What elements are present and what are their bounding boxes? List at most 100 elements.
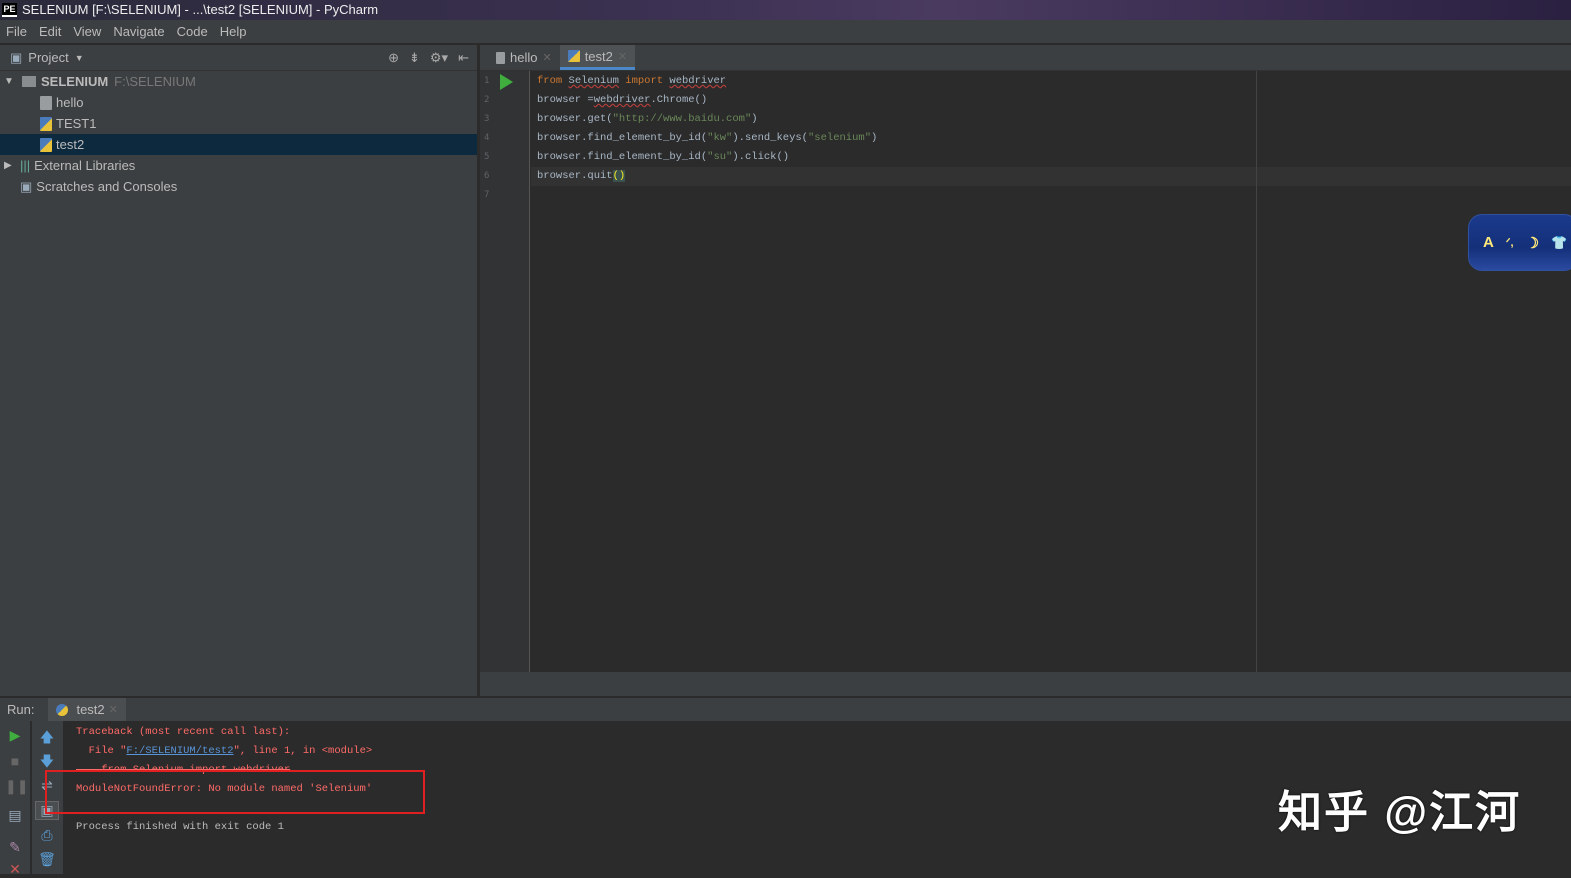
text-file-icon: [40, 95, 52, 110]
menu-file[interactable]: File: [6, 24, 27, 39]
code-token: import: [625, 75, 664, 87]
python-icon: [56, 703, 69, 716]
stop-icon[interactable]: ■: [5, 753, 25, 769]
right-margin-guide: [1256, 71, 1257, 672]
settings-gear-icon[interactable]: ⚙▾: [430, 50, 448, 66]
project-view-dropdown[interactable]: Project: [28, 50, 68, 65]
root-name: SELENIUM: [41, 74, 109, 89]
run-panel-header: Run: test2 ✕: [0, 697, 1571, 722]
code-token: from: [537, 75, 563, 87]
layout-icon[interactable]: ▤: [5, 807, 25, 824]
rerun-icon[interactable]: ▶: [5, 727, 25, 744]
external-libraries-label: External Libraries: [34, 158, 136, 173]
code-line[interactable]: browser.get("http://www.baidu.com"): [537, 110, 758, 129]
editor-tabs: hello ✕ test2 ✕: [480, 45, 1571, 71]
close-run-icon[interactable]: ✕: [5, 861, 25, 878]
run-tab-test2[interactable]: test2 ✕: [48, 697, 126, 722]
project-panel: ▣ Project ▼ ⊕ ⇟ ⚙▾ ⇤ ▼ SELENIUM F:\SELEN…: [0, 45, 478, 696]
tree-scratches[interactable]: ▣ Scratches and Consoles: [0, 176, 477, 197]
letter-a-icon[interactable]: A: [1483, 234, 1494, 251]
run-toolbar: ▶ ■ ❚❚ ▤ ✎ ✕: [0, 721, 30, 877]
collapse-all-icon[interactable]: ⇟: [409, 50, 420, 66]
code-token: ).send_keys(: [732, 132, 808, 144]
code-line[interactable]: browser.find_element_by_id("su").click(): [537, 148, 789, 167]
text-file-icon: [496, 51, 505, 64]
pin-icon[interactable]: ✎: [5, 839, 25, 856]
run-tab-label: test2: [76, 702, 105, 717]
chevron-down-icon[interactable]: ▼: [75, 53, 84, 63]
tree-external-libraries[interactable]: ▶ ||| External Libraries: [0, 155, 477, 176]
line-number: 5: [484, 152, 490, 162]
code-token: ): [871, 132, 878, 144]
line-number: 4: [484, 133, 490, 143]
highlight-box: [45, 770, 425, 814]
file-suffix: ", line 1, in <module>: [233, 745, 373, 757]
tab-label: hello: [510, 50, 538, 65]
tree-file-hello[interactable]: hello: [0, 92, 477, 113]
code-line[interactable]: browser.quit(): [531, 167, 1571, 186]
code-token: webdriver: [593, 94, 651, 106]
arrow-up-icon[interactable]: 🡅: [37, 727, 57, 751]
python-file-icon: [40, 116, 52, 131]
project-header: ▣ Project ▼ ⊕ ⇟ ⚙▾ ⇤: [0, 45, 477, 71]
menu-help[interactable]: Help: [220, 24, 247, 39]
python-file-icon: [567, 50, 580, 62]
window-title: SELENIUM [F:\SELENIUM] - ...\test2 [SELE…: [22, 2, 379, 17]
tree-root-selenium[interactable]: ▼ SELENIUM F:\SELENIUM: [0, 71, 477, 92]
code-token: webdriver: [669, 75, 727, 87]
traceback-line: Traceback (most recent call last):: [76, 726, 291, 738]
code-line[interactable]: browser =webdriver.Chrome(): [537, 91, 707, 110]
code-line[interactable]: from Selenium import webdriver: [537, 72, 726, 91]
print-icon[interactable]: ⎙: [37, 827, 57, 844]
code-token: ): [751, 113, 758, 125]
moon-icon[interactable]: ☽: [1526, 234, 1539, 252]
locate-icon[interactable]: ⊕: [388, 50, 399, 66]
shirt-icon[interactable]: 👕: [1551, 235, 1567, 251]
close-icon[interactable]: ✕: [618, 50, 627, 63]
tab-test2[interactable]: test2 ✕: [559, 45, 636, 70]
menu-code[interactable]: Code: [177, 24, 208, 39]
code-token: browser =: [537, 94, 594, 106]
code-token: .Chrome(): [650, 94, 708, 106]
file-line: File "F:/SELENIUM/test2", line 1, in <mo…: [76, 742, 373, 761]
run-label: Run:: [7, 702, 35, 717]
pycharm-app-icon: PE: [2, 3, 17, 17]
editor-bottom-bar: [480, 672, 1571, 696]
file-name: hello: [56, 95, 84, 110]
hide-panel-icon[interactable]: ⇤: [458, 50, 469, 66]
python-file-icon: [40, 137, 52, 152]
tab-hello[interactable]: hello ✕: [488, 45, 560, 70]
line-number: 1: [484, 76, 490, 86]
tree-file-test1[interactable]: TEST1: [0, 113, 477, 134]
menu-edit[interactable]: Edit: [39, 24, 61, 39]
tree-file-test2[interactable]: test2: [0, 134, 477, 155]
exit-line: Process finished with exit code 1: [76, 821, 284, 833]
expand-arrow-icon[interactable]: ▶: [4, 160, 20, 171]
code-token: ).click(): [732, 151, 790, 163]
menu-navigate[interactable]: Navigate: [113, 24, 164, 39]
line-number: 7: [484, 190, 490, 200]
file-name: test2: [56, 137, 85, 152]
pause-icon[interactable]: ❚❚: [5, 778, 28, 795]
menu-bar: File Edit View Navigate Code Help: [0, 20, 1571, 44]
line-number: 6: [484, 171, 490, 181]
expand-arrow-icon[interactable]: ▼: [4, 76, 20, 87]
project-view-icon: ▣: [10, 49, 23, 65]
scratches-icon: ▣: [20, 178, 33, 194]
punctuation-icon[interactable]: ᐟ,: [1506, 236, 1514, 249]
file-link[interactable]: F:/SELENIUM/test2: [126, 745, 233, 757]
trash-icon[interactable]: 🗑: [37, 851, 57, 868]
folder-icon: [22, 76, 36, 87]
code-token: Selenium: [568, 75, 619, 87]
menu-view[interactable]: View: [73, 24, 101, 39]
close-icon[interactable]: ✕: [542, 51, 551, 64]
code-line[interactable]: browser.find_element_by_id("kw").send_ke…: [537, 129, 877, 148]
code-editor[interactable]: from Selenium import webdriver browser =w…: [531, 71, 1571, 672]
root-path: F:\SELENIUM: [114, 74, 196, 89]
run-gutter-icon[interactable]: [500, 74, 513, 90]
editor-gutter: 1 2 3 4 5 6 7: [480, 71, 530, 672]
floating-input-widget[interactable]: A ᐟ, ☽ 👕: [1468, 214, 1571, 271]
line-number: 3: [484, 114, 490, 124]
code-token: (): [612, 170, 626, 182]
close-icon[interactable]: ✕: [109, 703, 118, 716]
